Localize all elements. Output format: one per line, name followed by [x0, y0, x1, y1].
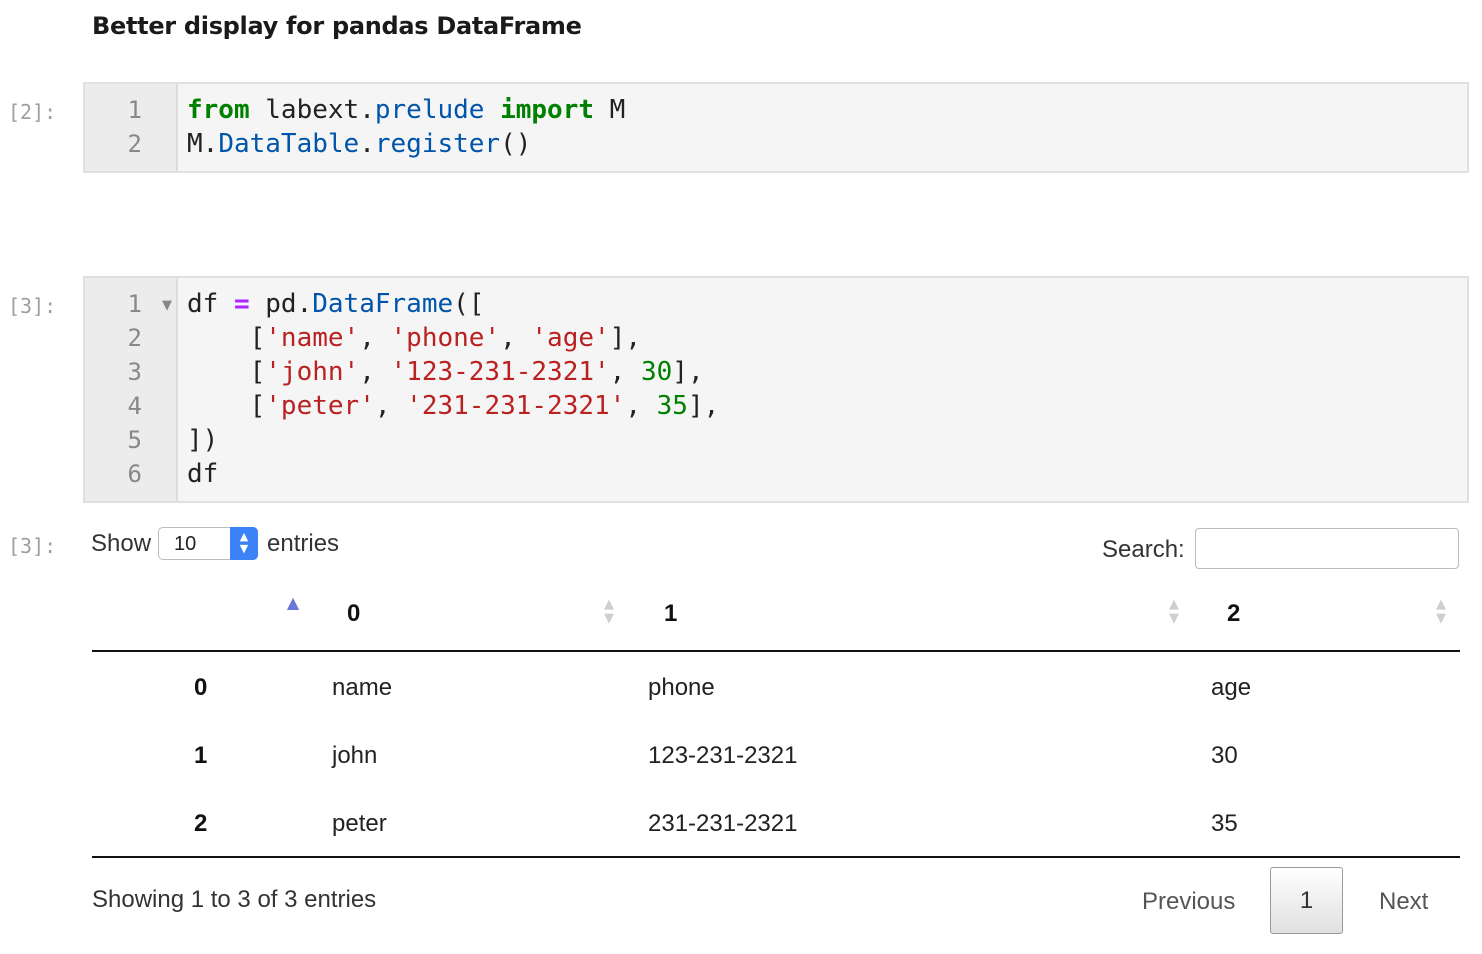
select-stepper-icon[interactable]: ▲ ▼ — [230, 527, 258, 560]
page-button-current[interactable]: 1 — [1270, 867, 1343, 934]
sort-both-icon[interactable]: ▲ ▼ — [1166, 598, 1182, 626]
table-cell: 30 — [1211, 742, 1238, 769]
line-gutter: 1 ▼ 2 3 4 5 6 — [85, 278, 178, 501]
fold-arrow-icon[interactable]: ▼ — [162, 298, 172, 313]
sort-asc-icon[interactable]: ▲ — [285, 595, 301, 611]
line-number: 2 — [127, 324, 142, 352]
table-cell: 123-231-2321 — [648, 742, 798, 769]
entries-select-value: 10 — [174, 533, 197, 555]
table-cell: phone — [648, 674, 715, 701]
column-header-0[interactable]: 0 — [347, 600, 360, 628]
search-label: Search: — [1102, 536, 1185, 563]
table-cell: 231-231-2321 — [648, 810, 798, 837]
row-index: 0 — [194, 674, 208, 701]
line-number: 6 — [127, 460, 142, 488]
column-header-1[interactable]: 1 — [664, 600, 677, 628]
line-number: 3 — [127, 358, 142, 386]
code-cell-1[interactable]: 1 2 from labext.prelude import M M.DataT… — [83, 82, 1469, 173]
line-number: 4 — [127, 392, 142, 420]
sort-both-icon[interactable]: ▲ ▼ — [601, 598, 617, 626]
show-label: Show — [91, 530, 152, 557]
next-button[interactable]: Next — [1379, 888, 1428, 916]
line-number: 1 — [127, 96, 142, 124]
table-footer-rule — [92, 856, 1460, 858]
table-cell: 35 — [1211, 810, 1238, 837]
cell-prompt: [3]: — [8, 294, 57, 318]
entries-select[interactable]: 10 ▲ ▼ — [158, 527, 258, 560]
column-header-2[interactable]: 2 — [1227, 600, 1240, 628]
section-heading: Better display for pandas DataFrame — [92, 12, 582, 40]
code-editor[interactable]: from labext.prelude import M M.DataTable… — [187, 93, 625, 161]
line-number: 5 — [127, 426, 142, 454]
row-index: 1 — [194, 742, 208, 769]
line-number: 1 — [127, 290, 142, 318]
table-cell: peter — [332, 810, 387, 837]
entries-label: entries — [267, 530, 340, 557]
previous-button[interactable]: Previous — [1142, 888, 1235, 916]
line-gutter: 1 2 — [85, 84, 178, 171]
table-cell: name — [332, 674, 393, 701]
table-info: Showing 1 to 3 of 3 entries — [92, 886, 377, 913]
table-header-rule — [92, 650, 1460, 652]
code-editor[interactable]: df = pd.DataFrame([ ['name', 'phone', 'a… — [187, 287, 719, 491]
cell-prompt: [2]: — [8, 100, 57, 124]
row-index: 2 — [194, 810, 208, 837]
output-prompt: [3]: — [8, 534, 57, 558]
table-cell: john — [332, 742, 378, 769]
line-number: 2 — [127, 130, 142, 158]
code-cell-2[interactable]: 1 ▼ 2 3 4 5 6 df = pd.DataFrame([ ['name… — [83, 276, 1469, 503]
table-cell: age — [1211, 674, 1252, 701]
sort-both-icon[interactable]: ▲ ▼ — [1433, 598, 1449, 626]
search-input[interactable] — [1195, 528, 1459, 569]
